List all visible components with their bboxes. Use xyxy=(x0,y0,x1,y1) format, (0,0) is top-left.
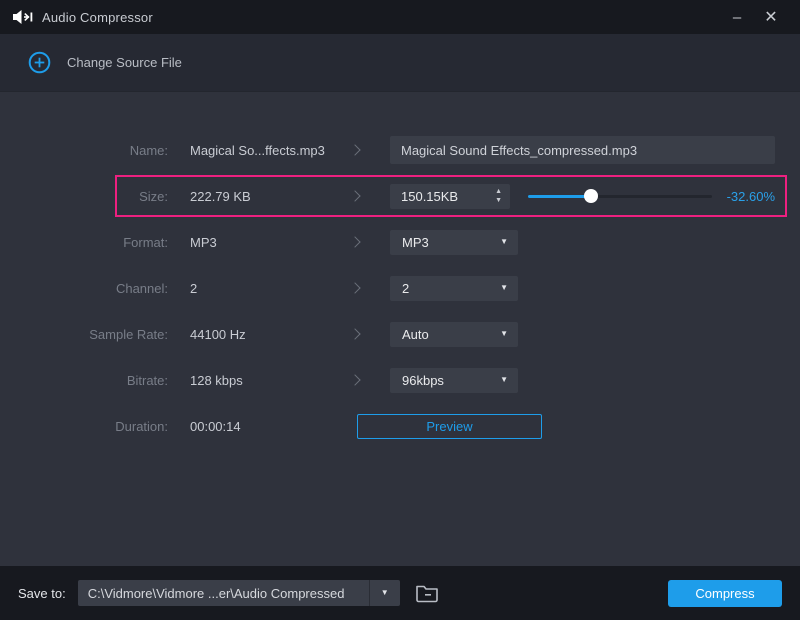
size-source-value: 222.79 KB xyxy=(190,188,251,204)
bitrate-source-value: 128 kbps xyxy=(190,372,243,388)
size-row: Size: 222.79 KB 150.15KB ▲ ▼ -32.60% xyxy=(0,175,800,217)
format-label: Format: xyxy=(123,234,168,250)
name-row: Name: Magical So...ffects.mp3 xyxy=(0,135,800,165)
source-file-header: Change Source File xyxy=(0,34,800,92)
sample-rate-row: Sample Rate: 44100 Hz Auto ▼ xyxy=(0,319,800,349)
arrow-right-icon xyxy=(340,374,370,386)
slider-fill xyxy=(528,195,591,198)
chevron-down-icon: ▼ xyxy=(500,375,508,384)
size-slider[interactable] xyxy=(528,189,712,203)
save-path-value: C:\Vidmore\Vidmore ...er\Audio Compresse… xyxy=(87,585,345,601)
save-to-label: Save to: xyxy=(18,585,66,601)
save-path-combo[interactable]: C:\Vidmore\Vidmore ...er\Audio Compresse… xyxy=(77,580,400,606)
channel-label: Channel: xyxy=(115,280,168,296)
channel-source-value: 2 xyxy=(190,280,198,296)
duration-source-value: 00:00:14 xyxy=(190,418,241,434)
minimize-button[interactable]: – xyxy=(720,0,754,34)
arrow-right-icon xyxy=(340,144,370,156)
target-size-value: 150.15KB xyxy=(401,188,459,204)
sample-rate-dropdown[interactable]: Auto ▼ xyxy=(390,321,518,347)
chevron-down-icon: ▼ xyxy=(380,588,389,597)
chevron-down-icon: ▼ xyxy=(500,237,508,246)
output-name-input[interactable] xyxy=(390,136,775,164)
format-row: Format: MP3 MP3 ▼ xyxy=(0,227,800,257)
close-button[interactable]: ✕ xyxy=(754,0,788,34)
add-circle-icon[interactable] xyxy=(28,51,51,74)
arrow-right-icon xyxy=(340,328,370,340)
bitrate-row: Bitrate: 128 kbps 96kbps ▼ xyxy=(0,365,800,395)
change-source-file-button[interactable]: Change Source File xyxy=(67,55,182,70)
target-size-spinner[interactable]: 150.15KB ▲ ▼ xyxy=(390,183,510,209)
size-reduction-percent: -32.60% xyxy=(726,188,775,204)
size-label: Size: xyxy=(139,188,168,204)
channel-dropdown[interactable]: 2 ▼ xyxy=(390,275,518,301)
browse-folder-button[interactable] xyxy=(414,582,440,604)
arrow-right-icon xyxy=(340,236,370,248)
speaker-compress-icon xyxy=(12,9,33,25)
title-bar: Audio Compressor – ✕ xyxy=(0,0,800,34)
sample-rate-label: Sample Rate: xyxy=(89,326,168,342)
chevron-down-icon: ▼ xyxy=(500,329,508,338)
bitrate-label: Bitrate: xyxy=(126,372,168,388)
bitrate-dropdown[interactable]: 96kbps ▼ xyxy=(390,367,518,393)
channel-row: Channel: 2 2 ▼ xyxy=(0,273,800,303)
name-label: Name: xyxy=(129,142,168,158)
folder-icon xyxy=(415,585,438,603)
spin-down-icon[interactable]: ▼ xyxy=(493,197,504,204)
duration-label: Duration: xyxy=(115,418,168,434)
name-source-value: Magical So...ffects.mp3 xyxy=(190,142,325,158)
arrow-right-icon xyxy=(340,282,370,294)
audio-compressor-window: Audio Compressor – ✕ Change Source File … xyxy=(0,0,800,620)
arrow-right-icon xyxy=(340,190,370,202)
preview-button[interactable]: Preview xyxy=(357,413,542,439)
slider-thumb[interactable] xyxy=(583,189,598,203)
save-path-dropdown-button[interactable]: ▼ xyxy=(370,580,400,606)
chevron-down-icon: ▼ xyxy=(500,283,508,292)
duration-row: Duration: 00:00:14 Preview xyxy=(0,411,800,441)
settings-panel: Name: Magical So...ffects.mp3 Size: 222.… xyxy=(0,92,800,566)
format-source-value: MP3 xyxy=(190,234,217,250)
window-title: Audio Compressor xyxy=(42,9,153,25)
sample-rate-source-value: 44100 Hz xyxy=(190,326,246,342)
spin-up-icon[interactable]: ▲ xyxy=(493,188,504,195)
compress-button[interactable]: Compress xyxy=(668,579,782,607)
footer-bar: Save to: C:\Vidmore\Vidmore ...er\Audio … xyxy=(0,566,800,620)
format-dropdown[interactable]: MP3 ▼ xyxy=(390,229,518,255)
